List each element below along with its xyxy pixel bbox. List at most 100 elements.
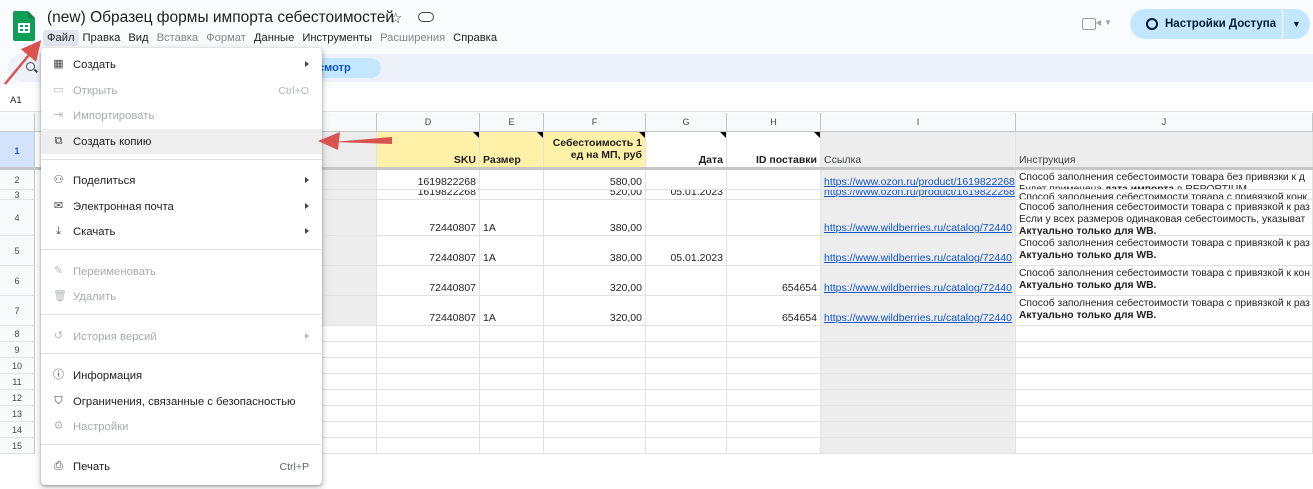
file-menu-item-7[interactable]: ⤓ Скачать — [41, 219, 322, 244]
file-menu-item-4[interactable]: ⧉ Создать копию — [41, 129, 322, 154]
empty-cell[interactable] — [727, 342, 821, 358]
row-header[interactable]: 11 — [0, 374, 35, 390]
name-box[interactable]: A1 — [10, 95, 22, 106]
column-header[interactable]: D — [377, 113, 480, 132]
row-header[interactable]: 12 — [0, 390, 35, 406]
row-header[interactable]: 14 — [0, 422, 35, 438]
empty-cell[interactable] — [646, 358, 727, 374]
column-header[interactable]: I — [821, 113, 1016, 132]
cell-instruction[interactable]: Способ заполнения себестоимости товара с… — [1016, 296, 1313, 326]
empty-cell[interactable] — [1016, 358, 1313, 374]
header-link[interactable]: Ссылка — [821, 132, 1016, 170]
column-header[interactable]: H — [727, 113, 821, 132]
product-link[interactable]: https://www.wildberries.ru/catalog/72440 — [824, 282, 1012, 295]
menu-6[interactable]: Данные — [250, 30, 298, 46]
cell-sku[interactable]: 72440807 — [377, 296, 480, 326]
empty-cell[interactable] — [646, 326, 727, 342]
cell-cost[interactable]: 520,00 — [544, 190, 646, 200]
menu-2[interactable]: Правка — [79, 30, 125, 46]
cell-date[interactable]: 05.01.2023 — [646, 190, 727, 200]
empty-cell[interactable] — [1016, 438, 1313, 454]
cell-cost[interactable]: 320,00 — [544, 296, 646, 326]
empty-cell[interactable] — [480, 390, 544, 406]
empty-cell[interactable] — [480, 342, 544, 358]
empty-cell[interactable] — [821, 342, 1016, 358]
star-icon[interactable]: ☆ — [389, 9, 402, 27]
empty-cell[interactable] — [377, 406, 480, 422]
file-menu-item-1[interactable]: ▦ Создать — [41, 52, 322, 77]
row-header[interactable]: 15 — [0, 438, 35, 454]
cell-link[interactable]: https://www.wildberries.ru/catalog/72440 — [821, 236, 1016, 266]
product-link[interactable]: https://www.wildberries.ru/catalog/72440 — [824, 222, 1012, 235]
empty-cell[interactable] — [646, 342, 727, 358]
file-menu-item-8[interactable]: ✎ Переименовать — [41, 259, 322, 284]
row-header[interactable]: 3 — [0, 190, 35, 200]
cell-supply[interactable] — [727, 200, 821, 236]
empty-cell[interactable] — [544, 390, 646, 406]
cell-cost[interactable]: 380,00 — [544, 236, 646, 266]
empty-cell[interactable] — [727, 438, 821, 454]
cell-cost[interactable]: 320,00 — [544, 266, 646, 296]
cell-sku[interactable]: 72440807 — [377, 266, 480, 296]
empty-cell[interactable] — [377, 438, 480, 454]
cell-date[interactable]: 05.01.2023 — [646, 236, 727, 266]
empty-cell[interactable] — [821, 438, 1016, 454]
empty-cell[interactable] — [377, 374, 480, 390]
empty-cell[interactable] — [646, 374, 727, 390]
row-header[interactable]: 9 — [0, 342, 35, 358]
cell-size[interactable]: 1A — [480, 200, 544, 236]
file-menu-item-6[interactable]: ✉ Электронная почта — [41, 194, 322, 219]
header-size[interactable]: Размер — [480, 132, 544, 170]
empty-cell[interactable] — [1016, 406, 1313, 422]
file-menu-item-12[interactable]: ⛉ Ограничения, связанные с безопасностью — [41, 389, 322, 414]
cell-supply[interactable] — [727, 170, 821, 190]
row-header[interactable]: 6 — [0, 266, 35, 296]
header-sku[interactable]: SKU — [377, 132, 480, 170]
cell-date[interactable] — [646, 296, 727, 326]
row-header[interactable]: 1 — [0, 132, 35, 170]
file-menu-item-5[interactable]: ⚇ Поделиться — [41, 168, 322, 193]
product-link[interactable]: https://www.ozon.ru/product/1619822268 — [824, 190, 1015, 199]
row-header[interactable]: 10 — [0, 358, 35, 374]
share-dropdown-button[interactable]: ▼ — [1283, 9, 1310, 39]
row-header[interactable]: 7 — [0, 296, 35, 326]
header-supply-id[interactable]: ID поставки — [727, 132, 821, 170]
empty-cell[interactable] — [1016, 326, 1313, 342]
file-menu-item-10[interactable]: ↺ История версий — [41, 324, 322, 349]
cell-cost[interactable]: 580,00 — [544, 170, 646, 190]
menu-9[interactable]: Справка — [449, 30, 501, 46]
empty-cell[interactable] — [821, 326, 1016, 342]
empty-cell[interactable] — [377, 342, 480, 358]
menu-3[interactable]: Вид — [124, 30, 152, 46]
cell-link[interactable]: https://www.wildberries.ru/catalog/72440 — [821, 200, 1016, 236]
cell-size[interactable] — [480, 266, 544, 296]
empty-cell[interactable] — [544, 358, 646, 374]
file-menu-item-3[interactable]: ⇥ Импортировать — [41, 103, 322, 128]
cell-date[interactable] — [646, 170, 727, 190]
header-instruction[interactable]: Инструкция — [1016, 132, 1313, 170]
empty-cell[interactable] — [821, 374, 1016, 390]
empty-cell[interactable] — [544, 438, 646, 454]
empty-cell[interactable] — [1016, 374, 1313, 390]
product-link[interactable]: https://www.ozon.ru/product/1619822268 — [824, 176, 1015, 189]
menu-7[interactable]: Инструменты — [298, 30, 376, 46]
cell-link[interactable]: https://www.ozon.ru/product/1619822268 — [821, 170, 1016, 190]
empty-cell[interactable] — [480, 358, 544, 374]
empty-cell[interactable] — [821, 422, 1016, 438]
column-header[interactable]: E — [480, 113, 544, 132]
corner-cell[interactable] — [0, 113, 35, 132]
empty-cell[interactable] — [1016, 342, 1313, 358]
empty-cell[interactable] — [727, 374, 821, 390]
empty-cell[interactable] — [480, 422, 544, 438]
product-link[interactable]: https://www.wildberries.ru/catalog/72440 — [824, 252, 1012, 265]
empty-cell[interactable] — [646, 438, 727, 454]
document-title[interactable]: (new) Образец формы импорта себестоимост… — [47, 9, 394, 27]
empty-cell[interactable] — [821, 406, 1016, 422]
empty-cell[interactable] — [727, 358, 821, 374]
cell-link[interactable]: https://www.wildberries.ru/catalog/72440 — [821, 266, 1016, 296]
menu-4[interactable]: Вставка — [153, 30, 203, 46]
share-button[interactable]: Настройки Доступа — [1130, 9, 1282, 39]
cell-link[interactable]: https://www.ozon.ru/product/1619822268 — [821, 190, 1016, 200]
cell-supply[interactable] — [727, 236, 821, 266]
empty-cell[interactable] — [377, 422, 480, 438]
